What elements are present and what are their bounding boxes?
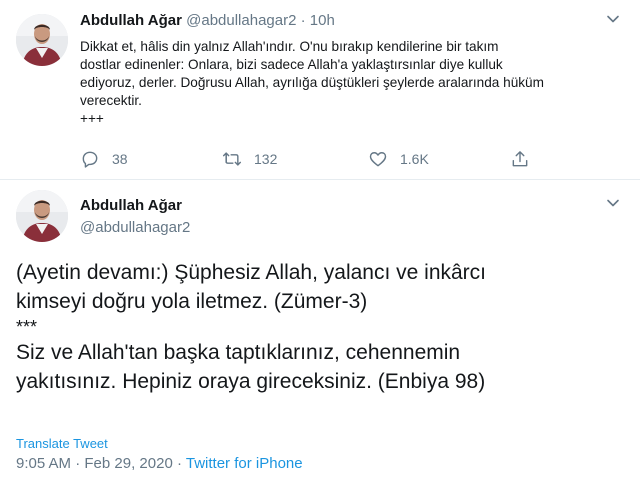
share-icon bbox=[512, 151, 528, 167]
avatar[interactable] bbox=[16, 190, 68, 242]
tweet-1[interactable]: Abdullah Ağar @abdullahagar2 · 10h Dikka… bbox=[0, 0, 640, 180]
avatar[interactable] bbox=[16, 14, 68, 66]
tweet-text-line: kimseyi doğru yola iletmez. (Zümer-3) bbox=[16, 290, 368, 313]
separator: · bbox=[300, 12, 306, 29]
separator: · bbox=[176, 455, 182, 472]
like-button[interactable]: 1.6K bbox=[368, 148, 429, 170]
tweet-source-link[interactable]: Twitter for iPhone bbox=[186, 455, 303, 472]
author-name[interactable]: Abdullah Ağar bbox=[80, 12, 182, 29]
separator: · bbox=[75, 455, 81, 472]
like-count: 1.6K bbox=[400, 151, 429, 167]
translate-tweet-link[interactable]: Translate Tweet bbox=[16, 436, 108, 451]
like-icon bbox=[369, 152, 387, 167]
tweet-text-line: dostlar edinenler: Onlara, bizi sadece A… bbox=[80, 57, 503, 72]
tweet-time[interactable]: 10h bbox=[310, 12, 335, 29]
tweet-text-line: *** bbox=[16, 317, 38, 337]
author-handle[interactable]: @abdullahagar2 bbox=[80, 219, 190, 236]
tweet-date[interactable]: Feb 29, 2020 bbox=[84, 455, 172, 472]
tweet-text: Dikkat et, hâlis din yalnız Allah'ındır.… bbox=[80, 38, 625, 128]
retweet-button[interactable]: 132 bbox=[222, 148, 277, 170]
tweet-time[interactable]: 9:05 AM bbox=[16, 455, 71, 472]
tweet-header: Abdullah Ağar @abdullahagar2 · 10h bbox=[80, 12, 335, 29]
chevron-down-icon[interactable] bbox=[606, 12, 620, 26]
retweet-count: 132 bbox=[254, 151, 278, 167]
tweet-text-line: +++ bbox=[80, 111, 104, 126]
tweet-text-line: yakıtısınız. Hepiniz oraya gireceksiniz.… bbox=[16, 370, 486, 393]
retweet-icon bbox=[222, 152, 242, 166]
tweet-text-line: Dikkat et, hâlis din yalnız Allah'ındır.… bbox=[80, 39, 499, 54]
share-button[interactable] bbox=[510, 148, 542, 170]
tweet-text-line: (Ayetin devamı:) Şüphesiz Allah, yalancı… bbox=[16, 261, 487, 284]
reply-icon bbox=[82, 151, 98, 168]
tweet-text-line: verecektir. bbox=[80, 93, 142, 108]
tweet-text-line: ediyoruz, derler. Doğrusu Allah, ayrılığ… bbox=[80, 75, 544, 90]
tweet-actions: 38 132 1.6K bbox=[80, 148, 540, 170]
reply-button[interactable]: 38 bbox=[80, 148, 128, 170]
chevron-down-icon[interactable] bbox=[606, 196, 620, 210]
tweet-meta: 9:05 AM · Feb 29, 2020 · Twitter for iPh… bbox=[16, 455, 303, 472]
tweet-text-line: Siz ve Allah'tan başka taptıklarınız, ce… bbox=[16, 341, 461, 364]
author-name[interactable]: Abdullah Ağar bbox=[80, 197, 182, 214]
reply-count: 38 bbox=[112, 151, 128, 167]
author-handle[interactable]: @abdullahagar2 bbox=[186, 12, 296, 29]
tweet-text: (Ayetin devamı:) Şüphesiz Allah, yalancı… bbox=[16, 258, 626, 396]
